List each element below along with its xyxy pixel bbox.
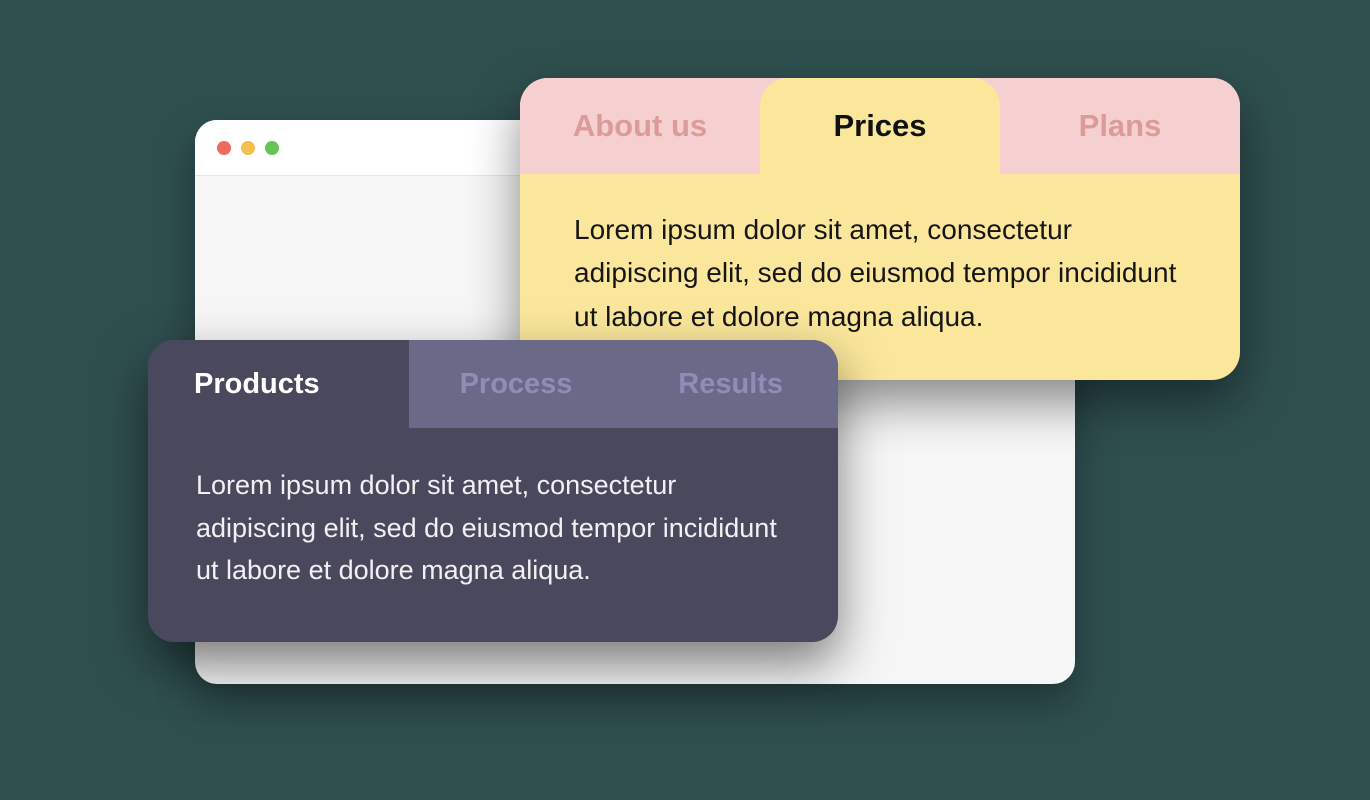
light-tabbar: About us Prices Plans <box>520 78 1240 174</box>
window-close-icon[interactable] <box>217 141 231 155</box>
tab-products[interactable]: Products <box>148 340 409 428</box>
light-tab-card: About us Prices Plans Lorem ipsum dolor … <box>520 78 1240 380</box>
tab-results[interactable]: Results <box>623 340 838 428</box>
window-minimize-icon[interactable] <box>241 141 255 155</box>
tab-label: Prices <box>833 108 926 144</box>
tab-process[interactable]: Process <box>409 340 624 428</box>
dark-tab-content: Lorem ipsum dolor sit amet, consectetur … <box>148 428 838 642</box>
tab-prices[interactable]: Prices <box>760 78 1000 174</box>
tab-label: Process <box>460 368 573 401</box>
dark-tab-card: Products Process Results Lorem ipsum dol… <box>148 340 838 642</box>
dark-tabbar: Products Process Results <box>148 340 838 428</box>
tab-label: Products <box>194 368 320 401</box>
tab-about-us[interactable]: About us <box>520 78 760 174</box>
tab-plans[interactable]: Plans <box>1000 78 1240 174</box>
tab-label: About us <box>573 108 707 144</box>
tab-label: Plans <box>1079 108 1162 144</box>
tab-label: Results <box>678 368 783 401</box>
window-zoom-icon[interactable] <box>265 141 279 155</box>
